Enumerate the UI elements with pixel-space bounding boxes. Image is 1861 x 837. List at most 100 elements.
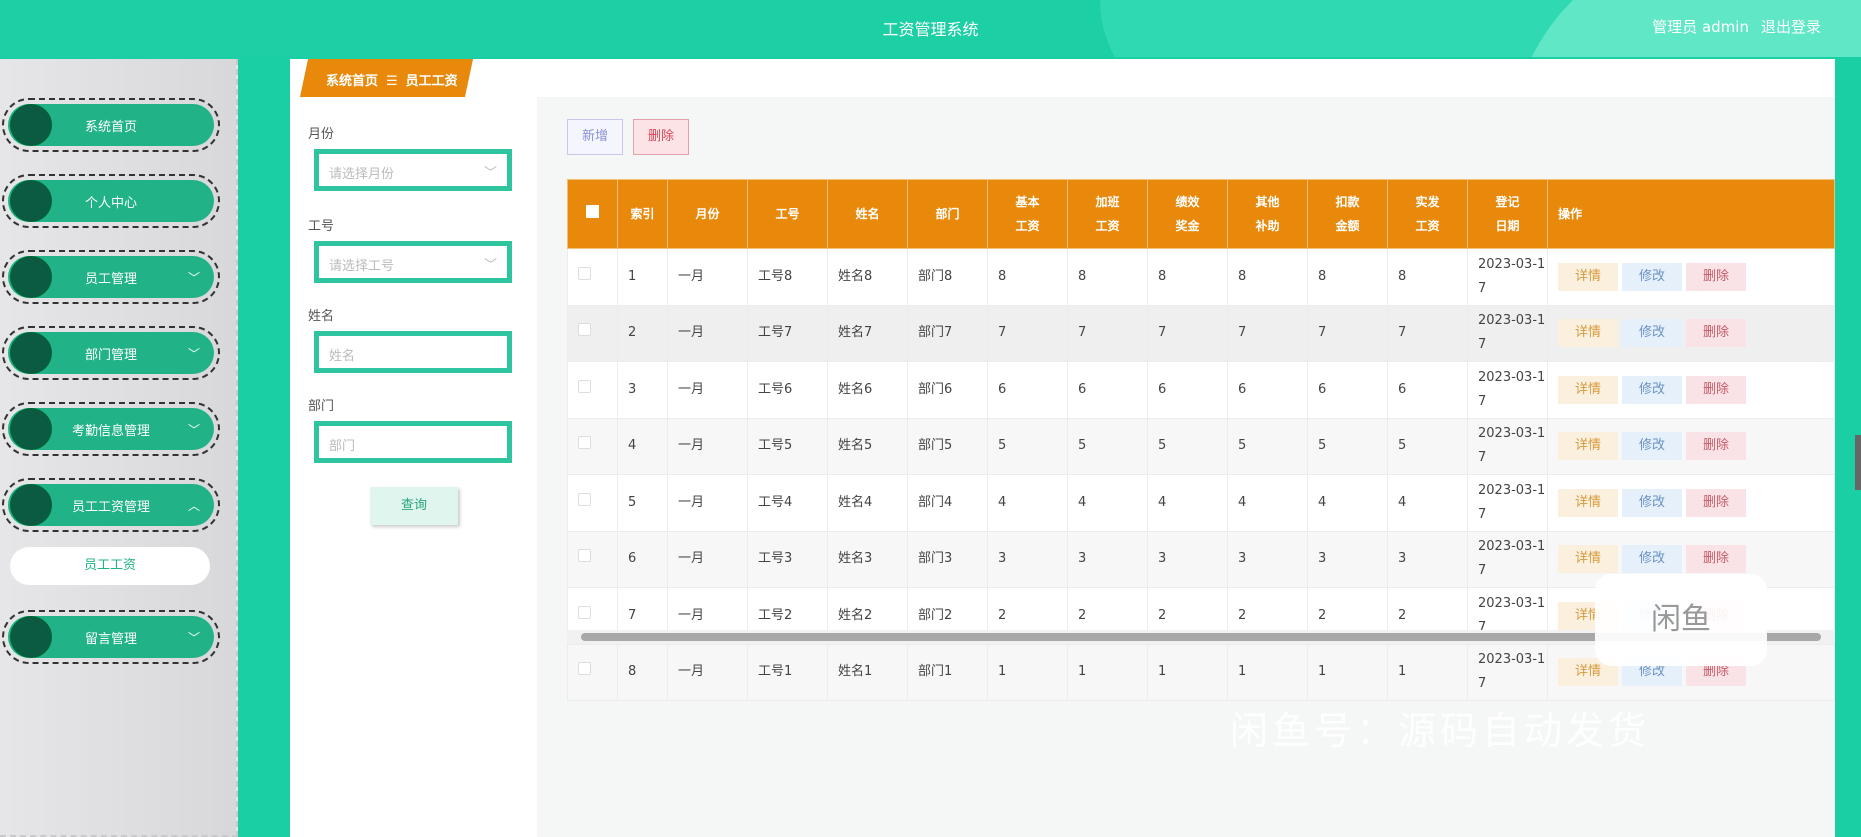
cell-text: 6 xyxy=(1318,381,1327,397)
employee-id-select[interactable]: 请选择工号 ﹀ xyxy=(314,241,512,283)
delete-button[interactable]: 删除 xyxy=(1686,375,1746,404)
detail-button[interactable]: 详情 xyxy=(1558,262,1618,291)
actions-cell: 详情修改删除 xyxy=(1547,248,1835,306)
cell-text: 6 xyxy=(1158,381,1167,397)
header-label: 实发工资 xyxy=(1415,195,1440,233)
table-cell: 部门1 xyxy=(907,643,988,701)
detail-button[interactable]: 详情 xyxy=(1558,488,1618,517)
row-checkbox[interactable] xyxy=(578,492,591,506)
chevron-icon: ﹀ xyxy=(187,346,200,361)
detail-button[interactable]: 详情 xyxy=(1558,319,1618,348)
sidebar-item[interactable]: 个人中心 xyxy=(2,174,220,228)
row-select[interactable] xyxy=(567,304,618,362)
chevron-icon: ︿ xyxy=(187,498,200,513)
row-select[interactable] xyxy=(567,248,618,306)
cell-text: 工号2 xyxy=(758,607,793,623)
month-select[interactable]: 请选择月份 ﹀ xyxy=(314,149,512,191)
query-button[interactable]: 查询 xyxy=(370,487,458,525)
row-checkbox[interactable] xyxy=(578,436,591,450)
table-row[interactable]: 2 一月 工号7 姓名7 部门7 7 7 7 7 7 7 2023-03-17 详情 修改 删除 xyxy=(567,304,1835,362)
column-header: 索引 xyxy=(617,179,668,249)
batch-delete-button[interactable]: 删除 xyxy=(633,119,690,155)
select-all-checkbox[interactable] xyxy=(586,205,599,218)
table-cell: 8 xyxy=(1227,248,1308,306)
table-cell: 2023-03-17 xyxy=(1467,474,1548,532)
table-row[interactable]: 3 一月 工号6 姓名6 部门6 6 6 6 6 6 6 2023-03-17 详情 修改 删除 xyxy=(567,361,1835,419)
sidebar-item-label: 员工工资管理 xyxy=(71,499,150,515)
edit-button[interactable]: 修改 xyxy=(1622,262,1682,291)
delete-button[interactable]: 删除 xyxy=(1686,545,1746,574)
cell-text: 2023-03-17 xyxy=(1478,652,1546,692)
edit-button[interactable]: 修改 xyxy=(1622,545,1682,574)
cell-text: 1 xyxy=(1238,664,1247,680)
current-user: 管理员 admin xyxy=(1652,18,1749,36)
column-header: 基本工资 xyxy=(987,179,1068,249)
row-select[interactable] xyxy=(567,474,618,532)
name-input[interactable]: 姓名 xyxy=(314,331,512,373)
table-row[interactable]: 5 一月 工号4 姓名4 部门4 4 4 4 4 4 4 2023-03-17 详情 修改 删除 xyxy=(567,474,1835,532)
row-select[interactable] xyxy=(567,361,618,419)
table-cell: 1 xyxy=(1227,643,1308,701)
table-cell: 工号3 xyxy=(747,530,828,588)
header-label: 其他补助 xyxy=(1255,195,1280,233)
table-row[interactable]: 4 一月 工号5 姓名5 部门5 5 5 5 5 5 5 2023-03-17 详情 修改 删除 xyxy=(567,417,1835,475)
cell-text: 3 xyxy=(628,381,637,397)
page-scrollbar[interactable] xyxy=(1855,435,1861,490)
cell-text: 3 xyxy=(1238,551,1247,567)
add-button[interactable]: 新增 xyxy=(567,119,624,155)
detail-button[interactable]: 详情 xyxy=(1558,545,1618,574)
row-checkbox[interactable] xyxy=(578,549,591,563)
row-checkbox[interactable] xyxy=(578,266,591,280)
table-row[interactable]: 1 一月 工号8 姓名8 部门8 8 8 8 8 8 8 2023-03-17 详情 修改 删除 xyxy=(567,248,1835,306)
table-cell: 3 xyxy=(1227,530,1308,588)
table-cell: 2023-03-17 xyxy=(1467,361,1548,419)
cell-text: 8 xyxy=(1238,268,1247,284)
logout-link[interactable]: 退出登录 xyxy=(1761,18,1821,36)
sidebar-item[interactable]: 考勤信息管理 ﹀ xyxy=(2,402,220,456)
row-select[interactable] xyxy=(567,530,618,588)
edit-button[interactable]: 修改 xyxy=(1622,319,1682,348)
row-checkbox[interactable] xyxy=(578,323,591,337)
delete-button[interactable]: 删除 xyxy=(1686,488,1746,517)
header-label: 工号 xyxy=(775,207,800,221)
delete-button[interactable]: 删除 xyxy=(1686,319,1746,348)
department-input[interactable]: 部门 xyxy=(314,421,512,463)
table-cell: 姓名5 xyxy=(827,417,908,475)
table-cell: 部门8 xyxy=(907,248,988,306)
edit-button[interactable]: 修改 xyxy=(1622,488,1682,517)
detail-button[interactable]: 详情 xyxy=(1558,432,1618,461)
cell-text: 8 xyxy=(1318,268,1327,284)
sidebar-item[interactable]: 员工工资管理 ︿ xyxy=(2,478,220,532)
detail-button[interactable]: 详情 xyxy=(1558,375,1618,404)
edit-button[interactable]: 修改 xyxy=(1622,375,1682,404)
table-cell: 部门7 xyxy=(907,304,988,362)
sidebar-subitem-employee-salary[interactable]: 员工工资 xyxy=(10,547,210,585)
delete-button[interactable]: 删除 xyxy=(1686,262,1746,291)
sidebar-item-label: 员工管理 xyxy=(84,271,137,287)
sidebar-item[interactable]: 系统首页 xyxy=(2,98,220,152)
row-checkbox[interactable] xyxy=(578,662,591,676)
row-checkbox[interactable] xyxy=(578,379,591,393)
header-label: 绩效奖金 xyxy=(1175,195,1200,233)
select-all-header[interactable] xyxy=(567,179,618,249)
dept-label: 部门 xyxy=(308,399,335,414)
edit-button[interactable]: 修改 xyxy=(1622,432,1682,461)
sidebar-item[interactable]: 留言管理 ﹀ xyxy=(2,610,220,664)
cell-text: 3 xyxy=(998,551,1007,567)
table-cell: 部门3 xyxy=(907,530,988,588)
cell-text: 1 xyxy=(1078,664,1087,680)
row-select[interactable] xyxy=(567,643,618,701)
cell-text: 8 xyxy=(1398,268,1407,284)
breadcrumb-separator: ☰ xyxy=(386,74,398,89)
table-cell: 一月 xyxy=(667,304,748,362)
cell-text: 工号4 xyxy=(758,494,793,510)
breadcrumb-home[interactable]: 系统首页 xyxy=(326,74,378,89)
row-checkbox[interactable] xyxy=(578,605,591,619)
sidebar-item[interactable]: 部门管理 ﹀ xyxy=(2,326,220,380)
row-select[interactable] xyxy=(567,417,618,475)
sidebar-item[interactable]: 员工管理 ﹀ xyxy=(2,250,220,304)
table-cell: 1 xyxy=(987,643,1068,701)
column-header: 绩效奖金 xyxy=(1147,179,1228,249)
delete-button[interactable]: 删除 xyxy=(1686,432,1746,461)
cell-text: 7 xyxy=(1318,325,1327,341)
